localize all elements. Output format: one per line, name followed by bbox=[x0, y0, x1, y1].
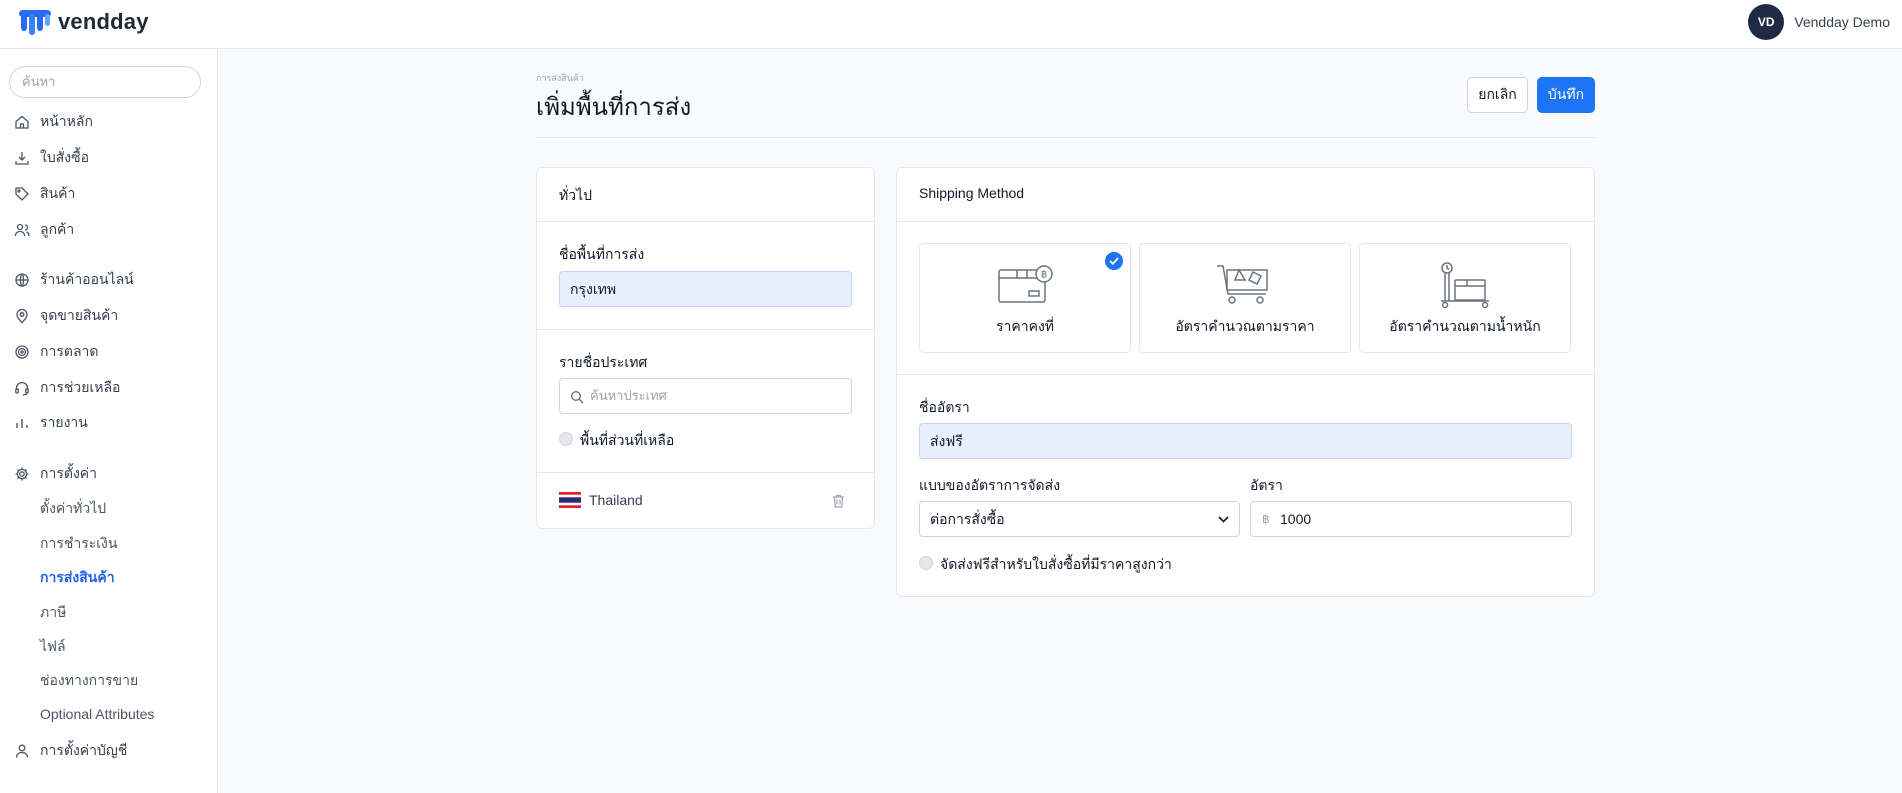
general-card-title: ทั่วไป bbox=[559, 187, 593, 203]
logo[interactable]: vendday bbox=[18, 8, 149, 36]
sidebar-item-label: ร้านค้าออนไลน์ bbox=[40, 271, 134, 287]
rate-name-label: ชื่ออัตรา bbox=[919, 399, 970, 415]
header-divider bbox=[536, 137, 1595, 138]
sidebar-item-label: การตลาด bbox=[40, 343, 99, 359]
method-label: อัตราคำนวณตามราคา bbox=[1175, 318, 1315, 334]
sidebar-item-label: การช่วยเหลือ bbox=[40, 379, 121, 395]
sidebar-item-settings[interactable]: การตั้งค่า bbox=[14, 462, 97, 486]
rate-type-label: แบบของอัตราการจัดส่ง bbox=[919, 477, 1061, 493]
bar-chart-icon bbox=[16, 419, 28, 428]
sidebar-item-customers[interactable]: ลูกค้า bbox=[14, 218, 74, 242]
tag-icon bbox=[15, 187, 29, 201]
sidebar-item-label: ลูกค้า bbox=[40, 221, 75, 237]
currency-symbol: ฿ bbox=[1262, 512, 1270, 526]
sidebar-item-label: การตั้งค่า bbox=[40, 465, 98, 481]
sidebar-subitem-payment[interactable]: การชำระเงิน bbox=[40, 532, 117, 554]
rest-of-world-label: พื้นที่ส่วนที่เหลือ bbox=[580, 432, 675, 448]
sidebar-item-label: สินค้า bbox=[40, 185, 76, 201]
sidebar-item-label: จุดขายสินค้า bbox=[40, 307, 119, 323]
search-input[interactable]: ค้นหา bbox=[9, 66, 201, 98]
home-icon bbox=[15, 115, 29, 129]
weight-scale-icon bbox=[1441, 262, 1489, 308]
rate-name-input[interactable]: ส่งฟรี bbox=[919, 423, 1572, 459]
svg-text:฿: ฿ bbox=[1041, 270, 1047, 281]
sidebar-item-products[interactable]: สินค้า bbox=[14, 182, 75, 206]
sidebar-item-orders[interactable]: ใบสั่งซื้อ bbox=[14, 146, 89, 170]
sidebar-subitem-optional-attributes[interactable]: Optional Attributes bbox=[40, 703, 154, 725]
sidebar: ค้นหา หน้าหลัก ใบสั่งซื้อ สินค้า ลูกค้า … bbox=[0, 49, 218, 793]
cart-price-icon bbox=[1217, 265, 1268, 304]
rate-label: อัตรา bbox=[1250, 477, 1283, 493]
globe-icon bbox=[15, 273, 29, 287]
zone-name-label: ชื่อพื้นที่การส่ง bbox=[559, 246, 645, 262]
country-name: Thailand bbox=[589, 492, 643, 508]
save-button[interactable]: บันทึก bbox=[1537, 77, 1595, 113]
user-name[interactable]: Vendday Demo bbox=[1794, 14, 1890, 30]
country-search-placeholder: ค้นหาประเทศ bbox=[590, 388, 667, 403]
country-list-label: รายชื่อประเทศ bbox=[559, 354, 648, 370]
method-fixed-price[interactable]: ฿ ราคาคงที่ bbox=[919, 243, 1131, 353]
target-icon bbox=[15, 345, 29, 359]
download-icon bbox=[15, 152, 29, 165]
country-search-input[interactable]: ค้นหาประเทศ bbox=[559, 378, 852, 414]
users-icon bbox=[14, 223, 30, 237]
method-label: อัตราคำนวณตามน้ำหนัก bbox=[1389, 318, 1541, 334]
avatar[interactable]: VD bbox=[1748, 4, 1785, 40]
sidebar-subitem-general[interactable]: ตั้งค่าทั่วไป bbox=[40, 497, 106, 519]
method-weight-based-rate[interactable]: อัตราคำนวณตามน้ำหนัก bbox=[1359, 243, 1571, 353]
gear-icon bbox=[15, 467, 29, 481]
fixed-price-box-icon: ฿ bbox=[998, 265, 1053, 303]
divider bbox=[537, 472, 874, 473]
sidebar-item-label: ใบสั่งซื้อ bbox=[40, 149, 90, 165]
divider bbox=[537, 221, 874, 222]
sidebar-subitem-files[interactable]: ไฟล์ bbox=[40, 635, 66, 657]
breadcrumb[interactable]: การส่งสินค้า bbox=[536, 71, 584, 85]
sidebar-subitem-shipping[interactable]: การส่งสินค้า bbox=[40, 566, 115, 588]
method-price-based-rate[interactable]: อัตราคำนวณตามราคา bbox=[1139, 243, 1351, 353]
divider bbox=[537, 329, 874, 330]
sidebar-item-label: รายงาน bbox=[40, 414, 88, 430]
sidebar-item-account-settings[interactable]: การตั้งค่าบัญชี bbox=[14, 739, 127, 763]
trash-icon[interactable] bbox=[832, 494, 845, 508]
method-label: ราคาคงที่ bbox=[995, 318, 1055, 334]
divider bbox=[897, 374, 1594, 375]
rate-type-value: ต่อการสั่งซื้อ bbox=[930, 511, 1005, 527]
rate-value: 1000 bbox=[1280, 511, 1312, 527]
thailand-flag-icon bbox=[559, 492, 581, 508]
page-title: เพิ่มพื้นที่การส่ง bbox=[536, 94, 692, 121]
sidebar-subitem-sales-channels[interactable]: ช่องทางการขาย bbox=[40, 669, 138, 691]
rest-of-world-checkbox[interactable] bbox=[559, 432, 573, 446]
chevron-down-icon bbox=[1218, 516, 1229, 523]
map-pin-icon bbox=[16, 308, 28, 324]
shipping-method-title: Shipping Method bbox=[919, 185, 1025, 201]
search-icon bbox=[570, 390, 584, 404]
zone-name-input[interactable]: กรุงเทพ bbox=[559, 271, 852, 307]
sidebar-item-marketing[interactable]: การตลาด bbox=[14, 340, 98, 364]
headset-icon bbox=[15, 381, 29, 396]
free-shipping-checkbox[interactable] bbox=[919, 556, 933, 570]
user-menu[interactable]: VD Vendday Demo bbox=[1748, 4, 1890, 40]
cancel-button[interactable]: ยกเลิก bbox=[1467, 77, 1528, 113]
sidebar-item-pos[interactable]: จุดขายสินค้า bbox=[14, 304, 118, 328]
logo-text: vendday bbox=[58, 9, 149, 34]
vendday-logo-icon bbox=[19, 10, 51, 35]
rate-type-select[interactable]: ต่อการสั่งซื้อ bbox=[919, 501, 1240, 537]
top-bar: vendday VD Vendday Demo bbox=[0, 0, 1902, 49]
sidebar-item-online-store[interactable]: ร้านค้าออนไลน์ bbox=[14, 268, 134, 292]
sidebar-item-label: การตั้งค่าบัญชี bbox=[40, 742, 128, 758]
sidebar-item-support[interactable]: การช่วยเหลือ bbox=[14, 376, 120, 400]
sidebar-item-home[interactable]: หน้าหลัก bbox=[14, 110, 93, 134]
sidebar-subitem-tax[interactable]: ภาษี bbox=[40, 601, 66, 623]
divider bbox=[897, 221, 1594, 222]
user-icon bbox=[15, 744, 29, 758]
sidebar-item-reports[interactable]: รายงาน bbox=[14, 411, 88, 435]
check-icon bbox=[1105, 252, 1123, 270]
sidebar-item-label: หน้าหลัก bbox=[40, 113, 93, 129]
rate-input[interactable]: ฿ 1000 bbox=[1250, 501, 1572, 537]
free-shipping-label: จัดส่งฟรีสำหรับใบสั่งซื้อที่มีราคาสูงกว่… bbox=[940, 556, 1172, 572]
